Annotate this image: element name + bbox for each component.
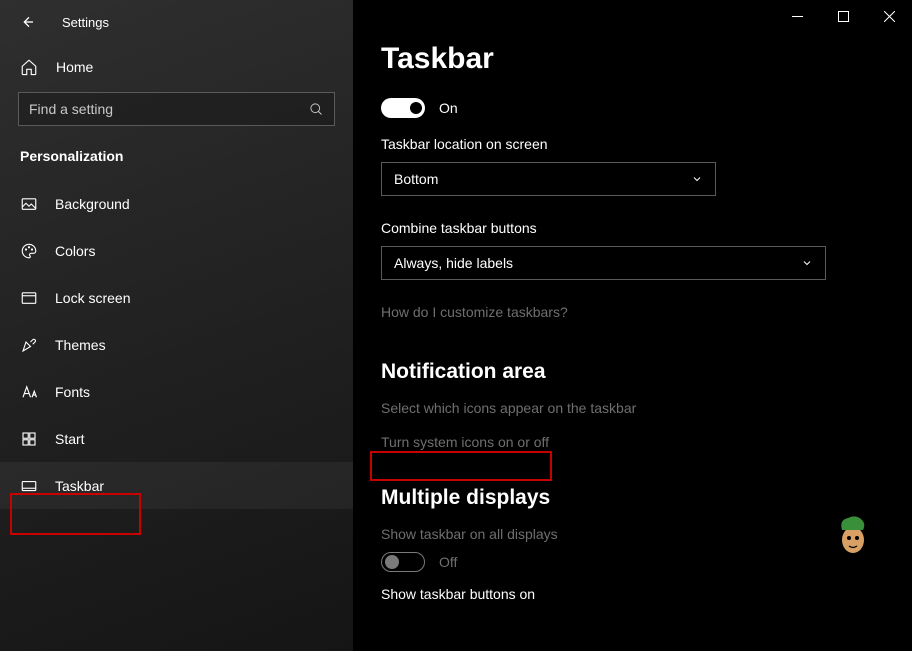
sidebar-list: Background Colors Lock screen Themes Fon… [0, 180, 353, 509]
maximize-button[interactable] [820, 0, 866, 32]
minimize-icon [792, 11, 803, 22]
field-label-multi: Show taskbar on all displays [381, 526, 880, 542]
sidebar-item-label: Taskbar [55, 478, 104, 494]
sidebar-item-label: Lock screen [55, 290, 130, 306]
select-value: Always, hide labels [394, 255, 513, 271]
toggle-lock-taskbar[interactable] [381, 98, 425, 118]
close-icon [884, 11, 895, 22]
lock-screen-icon [20, 289, 38, 307]
page-title: Taskbar [381, 42, 880, 76]
sidebar-item-taskbar[interactable]: Taskbar [0, 462, 353, 509]
field-label-combine: Combine taskbar buttons [381, 220, 880, 236]
toggle-multi-display[interactable] [381, 552, 425, 572]
start-icon [20, 430, 38, 448]
select-value: Bottom [394, 171, 438, 187]
select-location[interactable]: Bottom [381, 162, 716, 196]
toggle-label: On [439, 100, 458, 116]
search-box[interactable] [18, 92, 335, 126]
field-label-multi-buttons: Show taskbar buttons on [381, 586, 880, 602]
sidebar-item-label: Themes [55, 337, 106, 353]
sidebar-item-background[interactable]: Background [0, 180, 353, 227]
sidebar-item-label: Fonts [55, 384, 90, 400]
palette-icon [20, 242, 38, 260]
chevron-down-icon [691, 173, 703, 185]
search-icon [309, 102, 324, 117]
arrow-left-icon [19, 14, 35, 30]
sidebar-item-label: Background [55, 196, 130, 212]
sidebar-item-label: Colors [55, 243, 95, 259]
mascot-icon [836, 512, 870, 554]
field-label-location: Taskbar location on screen [381, 136, 880, 152]
sidebar-home[interactable]: Home [0, 48, 353, 86]
taskbar-icon [20, 477, 38, 495]
section-notification: Notification area [381, 360, 880, 384]
search-input[interactable] [29, 101, 309, 117]
section-multiple-displays: Multiple displays [381, 486, 880, 510]
sidebar-item-colors[interactable]: Colors [0, 227, 353, 274]
sidebar-item-label: Start [55, 431, 85, 447]
main-panel: Taskbar On Taskbar location on screen Bo… [353, 0, 912, 651]
close-button[interactable] [866, 0, 912, 32]
sidebar-category: Personalization [0, 126, 353, 170]
back-button[interactable] [12, 7, 42, 37]
minimize-button[interactable] [774, 0, 820, 32]
home-icon [20, 58, 38, 76]
sidebar-item-start[interactable]: Start [0, 415, 353, 462]
maximize-icon [838, 11, 849, 22]
home-label: Home [56, 59, 93, 75]
app-title: Settings [62, 15, 109, 30]
sidebar-item-themes[interactable]: Themes [0, 321, 353, 368]
toggle-label: Off [439, 554, 457, 570]
chevron-down-icon [801, 257, 813, 269]
window-controls [774, 0, 912, 32]
link-system-icons[interactable]: Turn system icons on or off [381, 434, 880, 450]
sidebar-item-fonts[interactable]: Fonts [0, 368, 353, 415]
picture-icon [20, 195, 38, 213]
sidebar: Settings Home Personalization Background… [0, 0, 353, 651]
sidebar-item-lock-screen[interactable]: Lock screen [0, 274, 353, 321]
select-combine[interactable]: Always, hide labels [381, 246, 826, 280]
fonts-icon [20, 383, 38, 401]
help-link[interactable]: How do I customize taskbars? [381, 304, 880, 320]
link-select-icons[interactable]: Select which icons appear on the taskbar [381, 400, 880, 416]
themes-icon [20, 336, 38, 354]
